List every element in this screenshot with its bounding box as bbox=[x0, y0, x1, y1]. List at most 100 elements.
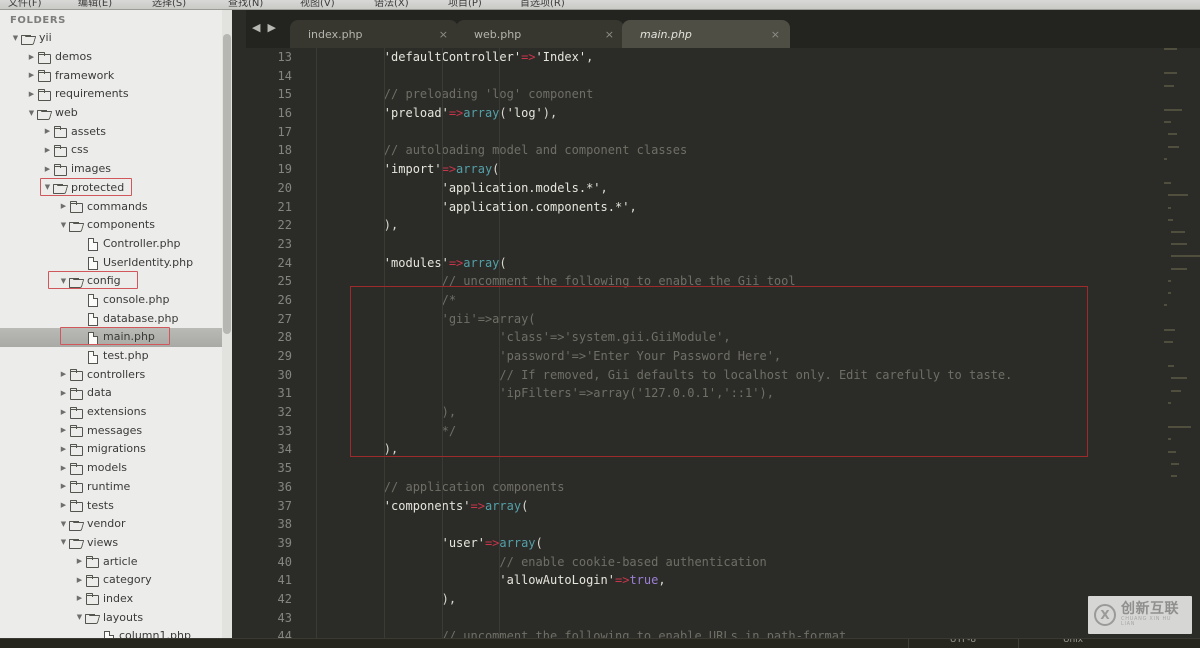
tree-row-index[interactable]: index bbox=[0, 590, 232, 609]
tree-row-views[interactable]: views bbox=[0, 534, 232, 553]
tree-row-models[interactable]: models bbox=[0, 459, 232, 478]
tree-row-controller-php[interactable]: Controller.php bbox=[0, 235, 232, 254]
tree-row-runtime[interactable]: runtime bbox=[0, 478, 232, 497]
tree-row-css[interactable]: css bbox=[0, 141, 232, 160]
code-line[interactable]: 14 bbox=[246, 67, 1200, 86]
code-line[interactable]: 23 bbox=[246, 235, 1200, 254]
code-line[interactable]: 36 // application components bbox=[246, 478, 1200, 497]
chevron-right-icon[interactable] bbox=[26, 54, 37, 61]
menu-bar-strip[interactable]: 文件(F) 编辑(E) 选择(S) 查找(N) 视图(V) 语法(X) 项目(P) 首选项(R… bbox=[0, 0, 1200, 10]
tree-row-web[interactable]: web bbox=[0, 104, 232, 123]
code-line[interactable]: 32 ), bbox=[246, 403, 1200, 422]
code-line[interactable]: 28 'class'=>'system.gii.GiiModule', bbox=[246, 328, 1200, 347]
tree-row-images[interactable]: images bbox=[0, 160, 232, 179]
tab-close-icon[interactable]: × bbox=[605, 28, 614, 41]
tree-row-framework[interactable]: framework bbox=[0, 66, 232, 85]
tab-list[interactable]: index.php × web.php × main.php × bbox=[290, 20, 790, 48]
code-area[interactable]: 13 'defaultController'=>'Index', 14 15 // … bbox=[246, 48, 1200, 638]
chevron-down-icon[interactable] bbox=[42, 184, 53, 191]
tab-nav-arrows[interactable]: ◀ ▶ bbox=[252, 22, 276, 33]
tree-row-controllers[interactable]: controllers bbox=[0, 365, 232, 384]
tree-row-components[interactable]: components bbox=[0, 216, 232, 235]
tree-row-commands[interactable]: commands bbox=[0, 197, 232, 216]
code-line[interactable]: 34 ), bbox=[246, 440, 1200, 459]
code-line[interactable]: 25 // uncomment the following to enable … bbox=[246, 272, 1200, 291]
code-line[interactable]: 44 // uncomment the following to enable … bbox=[246, 627, 1200, 638]
sidebar-scrollbar-track[interactable] bbox=[222, 10, 232, 638]
chevron-right-icon[interactable] bbox=[42, 128, 53, 135]
tree-row-assets[interactable]: assets bbox=[0, 122, 232, 141]
tab-index-php[interactable]: index.php × bbox=[290, 20, 458, 48]
code-lines[interactable]: 13 'defaultController'=>'Index', 14 15 // … bbox=[246, 48, 1200, 638]
tree-row-demos[interactable]: demos bbox=[0, 48, 232, 67]
chevron-right-icon[interactable] bbox=[74, 558, 85, 565]
code-line[interactable]: 40 // enable cookie-based authentication bbox=[246, 553, 1200, 572]
code-line[interactable]: 37 'components'=>array( bbox=[246, 497, 1200, 516]
tree-row-article[interactable]: article bbox=[0, 552, 232, 571]
code-line[interactable]: 31 'ipFilters'=>array('127.0.0.1','::1')… bbox=[246, 384, 1200, 403]
status-line-ending[interactable]: Unix bbox=[1018, 639, 1128, 645]
chevron-right-icon[interactable] bbox=[42, 166, 53, 173]
chevron-right-icon[interactable] bbox=[58, 409, 69, 416]
tab-prev-icon[interactable]: ◀ bbox=[252, 22, 260, 33]
menu-item-3[interactable]: 查找(N) bbox=[228, 0, 263, 9]
menu-item-0[interactable]: 文件(F) bbox=[8, 0, 42, 9]
code-line[interactable]: 22 ), bbox=[246, 216, 1200, 235]
tree-row-layouts[interactable]: layouts bbox=[0, 608, 232, 627]
code-line[interactable]: 30 // If removed, Gii defaults to localh… bbox=[246, 366, 1200, 385]
chevron-right-icon[interactable] bbox=[58, 483, 69, 490]
chevron-right-icon[interactable] bbox=[74, 577, 85, 584]
chevron-right-icon[interactable] bbox=[26, 91, 37, 98]
code-line[interactable]: 15 // preloading 'log' component bbox=[246, 85, 1200, 104]
menu-item-4[interactable]: 视图(V) bbox=[300, 0, 335, 9]
tree-row-console-php[interactable]: console.php bbox=[0, 291, 232, 310]
tree-row-category[interactable]: category bbox=[0, 571, 232, 590]
chevron-right-icon[interactable] bbox=[58, 446, 69, 453]
tree-row-data[interactable]: data bbox=[0, 384, 232, 403]
tree-row-test-php[interactable]: test.php bbox=[0, 347, 232, 366]
chevron-down-icon[interactable] bbox=[58, 278, 69, 285]
tree-row-main-php[interactable]: main.php bbox=[0, 328, 232, 347]
code-line[interactable]: 21 'application.components.*', bbox=[246, 198, 1200, 217]
status-encoding[interactable]: UTF-8 bbox=[908, 639, 1018, 645]
tree-row-column1-php[interactable]: column1.php bbox=[0, 627, 232, 638]
tree-row-protected[interactable]: protected bbox=[0, 179, 232, 198]
code-line[interactable]: 26 /* bbox=[246, 291, 1200, 310]
tree-row-messages[interactable]: messages bbox=[0, 421, 232, 440]
menu-item-5[interactable]: 语法(X) bbox=[374, 0, 409, 9]
chevron-down-icon[interactable] bbox=[10, 35, 21, 42]
tree-row-extensions[interactable]: extensions bbox=[0, 403, 232, 422]
code-line[interactable]: 24 'modules'=>array( bbox=[246, 254, 1200, 273]
minimap[interactable] bbox=[1160, 48, 1200, 638]
chevron-right-icon[interactable] bbox=[58, 371, 69, 378]
menu-item-7[interactable]: 首选项(R) bbox=[520, 0, 565, 9]
code-line[interactable]: 39 'user'=>array( bbox=[246, 534, 1200, 553]
tree-row-yii[interactable]: yii bbox=[0, 29, 232, 48]
code-line[interactable]: 17 bbox=[246, 123, 1200, 142]
tree-row-useridentity-php[interactable]: UserIdentity.php bbox=[0, 253, 232, 272]
code-line[interactable]: 27 'gii'=>array( bbox=[246, 310, 1200, 329]
code-line[interactable]: 19 'import'=>array( bbox=[246, 160, 1200, 179]
chevron-down-icon[interactable] bbox=[26, 110, 37, 117]
code-line[interactable]: 33 */ bbox=[246, 422, 1200, 441]
menu-item-2[interactable]: 选择(S) bbox=[152, 0, 186, 9]
sidebar-scrollbar-thumb[interactable] bbox=[223, 34, 231, 334]
code-line[interactable]: 38 bbox=[246, 515, 1200, 534]
chevron-right-icon[interactable] bbox=[26, 72, 37, 79]
code-line[interactable]: 42 ), bbox=[246, 590, 1200, 609]
chevron-down-icon[interactable] bbox=[58, 521, 69, 528]
tree-row-database-php[interactable]: database.php bbox=[0, 309, 232, 328]
chevron-right-icon[interactable] bbox=[42, 147, 53, 154]
chevron-right-icon[interactable] bbox=[58, 203, 69, 210]
tree-row-tests[interactable]: tests bbox=[0, 496, 232, 515]
code-line[interactable]: 29 'password'=>'Enter Your Password Here… bbox=[246, 347, 1200, 366]
menu-item-6[interactable]: 项目(P) bbox=[448, 0, 482, 9]
tab-next-icon[interactable]: ▶ bbox=[267, 22, 275, 33]
code-line[interactable]: 13 'defaultController'=>'Index', bbox=[246, 48, 1200, 67]
chevron-right-icon[interactable] bbox=[58, 427, 69, 434]
tab-close-icon[interactable]: × bbox=[771, 28, 780, 41]
tree-row-vendor[interactable]: vendor bbox=[0, 515, 232, 534]
chevron-down-icon[interactable] bbox=[58, 539, 69, 546]
chevron-right-icon[interactable] bbox=[58, 465, 69, 472]
code-line[interactable]: 43 bbox=[246, 609, 1200, 628]
